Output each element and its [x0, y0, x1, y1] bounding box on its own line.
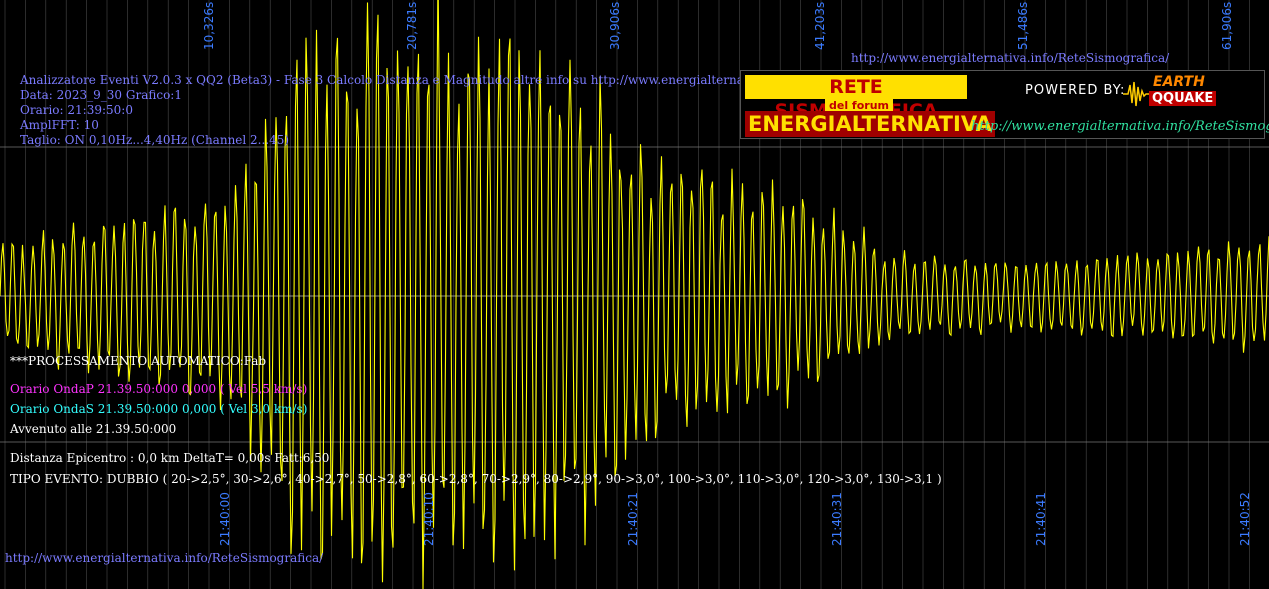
logo-title: RETE SISMOGRAFICA — [745, 75, 967, 122]
top-url[interactable]: http://www.energialternativa.info/ReteSi… — [851, 51, 1169, 65]
seismograph-window: 10,326s 20,781s 30,906s 41,203s 51,486s … — [0, 0, 1269, 589]
top-tick-4: 41,203s — [813, 1, 827, 50]
bottom-tick-2: 21:40:10 — [422, 492, 436, 546]
onda-s-time: Orario OndaS 21.39.50:000 0,000 ( Vel 3,… — [10, 402, 308, 416]
bottom-tick-6: 21:40:52 — [1238, 492, 1252, 546]
bottom-url[interactable]: http://www.energialternativa.info/ReteSi… — [5, 551, 323, 565]
top-tick-2: 20,781s — [405, 1, 419, 50]
bottom-tick-1: 21:40:00 — [218, 492, 232, 546]
header-amplfft: AmplFFT: 10 — [20, 118, 99, 132]
tipo-evento: TIPO EVENTO: DUBBIO ( 20->2,5°, 30->2,6°… — [10, 472, 942, 486]
top-tick-1: 10,326s — [202, 1, 216, 50]
processing-title: ***PROCESSAMENTO AUTOMATICO:Fab — [10, 354, 267, 368]
top-tick-5: 51,486s — [1016, 1, 1030, 50]
logo-url[interactable]: http://www.energialternativa.info/ReteSi… — [971, 119, 1269, 134]
logo-quake: QQUAKE — [1149, 91, 1217, 106]
onda-p-time: Orario OndaP 21.39.50:000 0,000 ( Vel 5,… — [10, 382, 308, 396]
avvenuto-time: Avvenuto alle 21.39.50:000 — [10, 422, 177, 436]
logo-powered-by: POWERED BY: — [1025, 83, 1126, 98]
bottom-tick-3: 21:40:21 — [626, 492, 640, 546]
top-tick-6: 61,906s — [1220, 1, 1234, 50]
bottom-tick-4: 21:40:31 — [830, 492, 844, 546]
rete-sismografica-logo: RETE SISMOGRAFICA del forum ENERGIALTERN… — [740, 70, 1269, 139]
bottom-tick-5: 21:40:41 — [1034, 492, 1048, 546]
top-tick-3: 30,906s — [608, 1, 622, 50]
logo-earth: EARTH — [1153, 74, 1205, 90]
header-title: Analizzatore Eventi V2.0.3 x QQ2 (Beta3)… — [20, 73, 856, 87]
header-date: Data: 2023_9_30 Grafico:1 — [20, 88, 182, 102]
logo-brand: ENERGIALTERNATIVA — [745, 111, 995, 137]
distanza-epicentro: Distanza Epicentro : 0,0 km DeltaT= 0,00… — [10, 451, 330, 465]
header-time: Orario: 21:39:50:0 — [20, 103, 133, 117]
header-filter: Taglio: ON 0,10Hz...4,40Hz (Channel 2...… — [20, 133, 290, 147]
